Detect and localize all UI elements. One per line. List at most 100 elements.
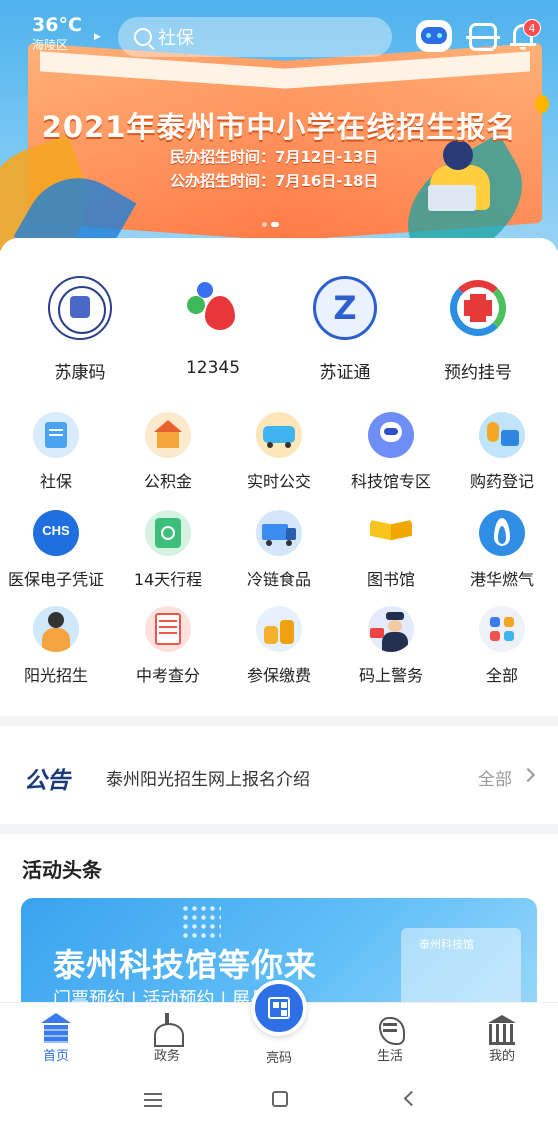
chevron-right-icon: ▶ — [94, 32, 101, 42]
student-icon — [33, 606, 79, 652]
service-bus[interactable]: 实时公交 — [223, 412, 335, 492]
pagoda-icon — [150, 1013, 184, 1047]
service-label: 科技馆专区 — [350, 472, 431, 491]
show-code-label: 亮码 — [265, 1051, 292, 1066]
service-label: 社保 — [39, 472, 72, 491]
home-square-icon[interactable] — [272, 1091, 288, 1107]
service-sunshine-enroll[interactable]: 阳光招生 — [0, 606, 112, 686]
tab-label: 首页 — [42, 1049, 69, 1064]
robot-museum-icon — [368, 412, 414, 458]
tab-label: 我的 — [488, 1049, 515, 1064]
service-cold-chain[interactable]: 冷链食品 — [223, 510, 335, 590]
chevron-right-icon — [520, 767, 536, 783]
app-screen: 2021年泰州市中小学在线招生报名 民办招生时间：7月12日-13日 公办招生时… — [0, 0, 558, 1134]
coins-icon — [256, 606, 302, 652]
tab-home[interactable]: 首页 — [16, 1013, 96, 1064]
notice-text[interactable]: 泰州阳光招生网上报名介绍 — [106, 765, 310, 790]
notice-more-link[interactable]: 全部 — [478, 765, 512, 790]
chs-icon: CHS — [33, 510, 79, 556]
tab-life[interactable]: 生活 — [350, 1013, 430, 1064]
service-police[interactable]: 码上警务 — [335, 606, 447, 686]
city-name: 海陵区 — [32, 38, 69, 52]
section-title: 活动头条 — [22, 858, 102, 882]
service-label: 实时公交 — [246, 472, 311, 491]
service-label: 预约挂号 — [444, 363, 512, 383]
service-label: 苏证通 — [319, 363, 371, 383]
service-label: 中考查分 — [135, 666, 200, 685]
service-chs[interactable]: CHS 医保电子凭证 — [0, 510, 112, 590]
service-label: 全部 — [485, 666, 518, 685]
housing-fund-icon — [145, 412, 191, 458]
suzhengtong-icon — [313, 276, 377, 340]
service-science-museum[interactable]: 科技馆专区 — [335, 412, 447, 492]
weather-widget[interactable]: 36°C 海陵区 ▶ — [32, 14, 101, 53]
service-itinerary[interactable]: 14天行程 — [112, 510, 224, 590]
service-all[interactable]: 全部 — [446, 606, 558, 686]
service-label: 医保电子凭证 — [7, 570, 104, 589]
notice-bar[interactable]: 公告 泰州阳光招生网上报名介绍 全部 — [0, 726, 558, 824]
service-sukang[interactable]: 苏康码 — [20, 276, 140, 383]
service-label: 购药登记 — [469, 472, 534, 491]
service-label: 苏康码 — [54, 363, 106, 383]
sukang-code-icon — [48, 276, 112, 340]
service-exam-score[interactable]: 中考查分 — [112, 606, 224, 686]
menu-icon[interactable] — [144, 1093, 162, 1107]
banner-line-private: 民办招生时间：7月12日-13日 — [170, 148, 379, 166]
gas-flame-icon — [479, 510, 525, 556]
banner-title: 2021年泰州市中小学在线招生报名 — [41, 110, 517, 144]
medicine-icon — [479, 412, 525, 458]
service-label: 参保缴费 — [246, 666, 311, 685]
notice-tag: 公告 — [24, 768, 70, 794]
back-arrow-icon[interactable] — [403, 1090, 420, 1107]
tab-label: 政务 — [153, 1049, 180, 1064]
itinerary-icon — [145, 510, 191, 556]
service-label: 14天行程 — [133, 570, 203, 589]
tab-gov[interactable]: 政务 — [127, 1013, 207, 1064]
service-medicine[interactable]: 购药登记 — [446, 412, 558, 492]
scan-icon[interactable] — [466, 23, 500, 51]
cold-chain-icon — [256, 510, 302, 556]
tab-me[interactable]: 我的 — [462, 1013, 542, 1064]
dragon-icon — [373, 1013, 407, 1045]
service-label: 12345 — [185, 358, 241, 378]
service-suzhengtong[interactable]: 苏证通 — [285, 276, 405, 383]
service-label: 公积金 — [143, 472, 192, 491]
building-label: 泰州科技馆 — [419, 938, 474, 951]
notification-badge: 4 — [523, 19, 541, 37]
service-card: 苏康码 12345 苏证通 预约挂号 社保 公积金 — [0, 238, 558, 716]
qr-code-icon — [268, 997, 290, 1019]
service-gongjijin[interactable]: 公积金 — [112, 412, 224, 492]
service-insurance-pay[interactable]: 参保缴费 — [223, 606, 335, 686]
appointment-icon — [446, 276, 510, 340]
show-code-button[interactable] — [251, 980, 307, 1036]
bus-icon — [256, 412, 302, 458]
search-bar[interactable]: 社保 — [118, 17, 392, 57]
system-navigation-bar — [0, 1072, 558, 1134]
service-label: 阳光招生 — [23, 666, 88, 685]
social-security-icon — [33, 412, 79, 458]
service-library[interactable]: 图书馆 — [335, 510, 447, 590]
library-book-icon — [368, 510, 414, 556]
all-apps-icon — [479, 606, 525, 652]
building-columns-icon — [485, 1013, 519, 1045]
home-tower-icon — [39, 1013, 73, 1043]
service-12345[interactable]: 12345 — [153, 276, 273, 378]
tab-label: 生活 — [376, 1049, 403, 1064]
service-label: 图书馆 — [366, 570, 415, 589]
hotline-12345-icon — [181, 276, 245, 340]
temperature: 36°C — [32, 14, 82, 36]
service-label: 冷链食品 — [246, 570, 311, 589]
service-label: 港华燃气 — [469, 570, 534, 589]
search-placeholder: 社保 — [158, 28, 194, 49]
service-shebao[interactable]: 社保 — [0, 412, 112, 492]
service-gas[interactable]: 港华燃气 — [446, 510, 558, 590]
carousel-dots — [262, 222, 279, 227]
service-label: 码上警务 — [358, 666, 423, 685]
police-icon — [368, 606, 414, 652]
robot-assistant-icon[interactable] — [416, 20, 452, 52]
service-appointment[interactable]: 预约挂号 — [418, 276, 538, 383]
banner-line-public: 公办招生时间：7月16日-18日 — [170, 172, 379, 190]
search-icon — [134, 28, 152, 46]
dots-decoration — [181, 904, 221, 938]
laptop-illustration — [428, 185, 476, 211]
